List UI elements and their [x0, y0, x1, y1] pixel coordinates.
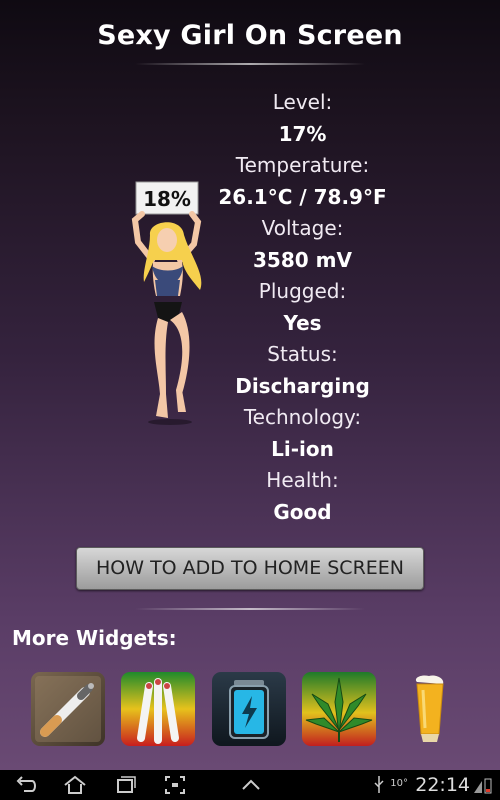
app-battery[interactable]	[212, 672, 286, 746]
cannabis-leaf-icon	[305, 677, 373, 742]
section-divider	[135, 608, 365, 610]
clock: 22:14	[415, 774, 470, 796]
page-title: Sexy Girl On Screen	[97, 20, 403, 51]
joints-icon	[137, 678, 179, 744]
more-widgets-list	[0, 672, 500, 747]
back-icon[interactable]	[14, 773, 40, 797]
level-label: Level:	[272, 90, 333, 114]
status-label: Status:	[267, 342, 338, 366]
battery-info-panel: Level: 17% Temperature: 26.1°C / 78.9°F …	[200, 87, 405, 528]
chevron-up-icon[interactable]	[238, 773, 264, 797]
health-label: Health:	[266, 468, 339, 492]
status-value: Discharging	[235, 373, 370, 398]
temperature-indicator: 10°	[390, 778, 408, 789]
temperature-label: Temperature:	[235, 153, 370, 177]
recent-apps-icon[interactable]	[112, 773, 138, 797]
level-value: 17%	[278, 121, 327, 146]
plugged-value: Yes	[283, 310, 322, 335]
sign-text: 18%	[143, 187, 191, 211]
battery-icon	[229, 680, 269, 739]
app-cigarette[interactable]	[31, 672, 105, 746]
usb-icon	[374, 776, 384, 793]
screenshot-icon[interactable]	[162, 773, 188, 797]
plugged-label: Plugged:	[258, 279, 347, 303]
signal-battery-icon	[474, 778, 492, 794]
voltage-value: 3580 mV	[253, 247, 352, 272]
title-divider	[135, 63, 365, 65]
technology-label: Technology:	[243, 405, 362, 429]
app-joints[interactable]	[121, 672, 195, 746]
voltage-label: Voltage:	[261, 216, 344, 240]
more-widgets-heading: More Widgets:	[12, 626, 177, 650]
health-value: Good	[273, 499, 332, 524]
cigarette-icon	[35, 676, 101, 742]
app-cannabis[interactable]	[302, 672, 376, 746]
home-icon[interactable]	[62, 773, 88, 797]
beer-glass-icon	[415, 675, 444, 742]
app-beer[interactable]	[393, 672, 467, 746]
how-to-add-button[interactable]: HOW TO ADD TO HOME SCREEN	[76, 547, 424, 590]
system-nav-bar: 10° 22:14	[0, 770, 500, 800]
temperature-value: 26.1°C / 78.9°F	[218, 184, 387, 209]
technology-value: Li-ion	[271, 436, 334, 461]
